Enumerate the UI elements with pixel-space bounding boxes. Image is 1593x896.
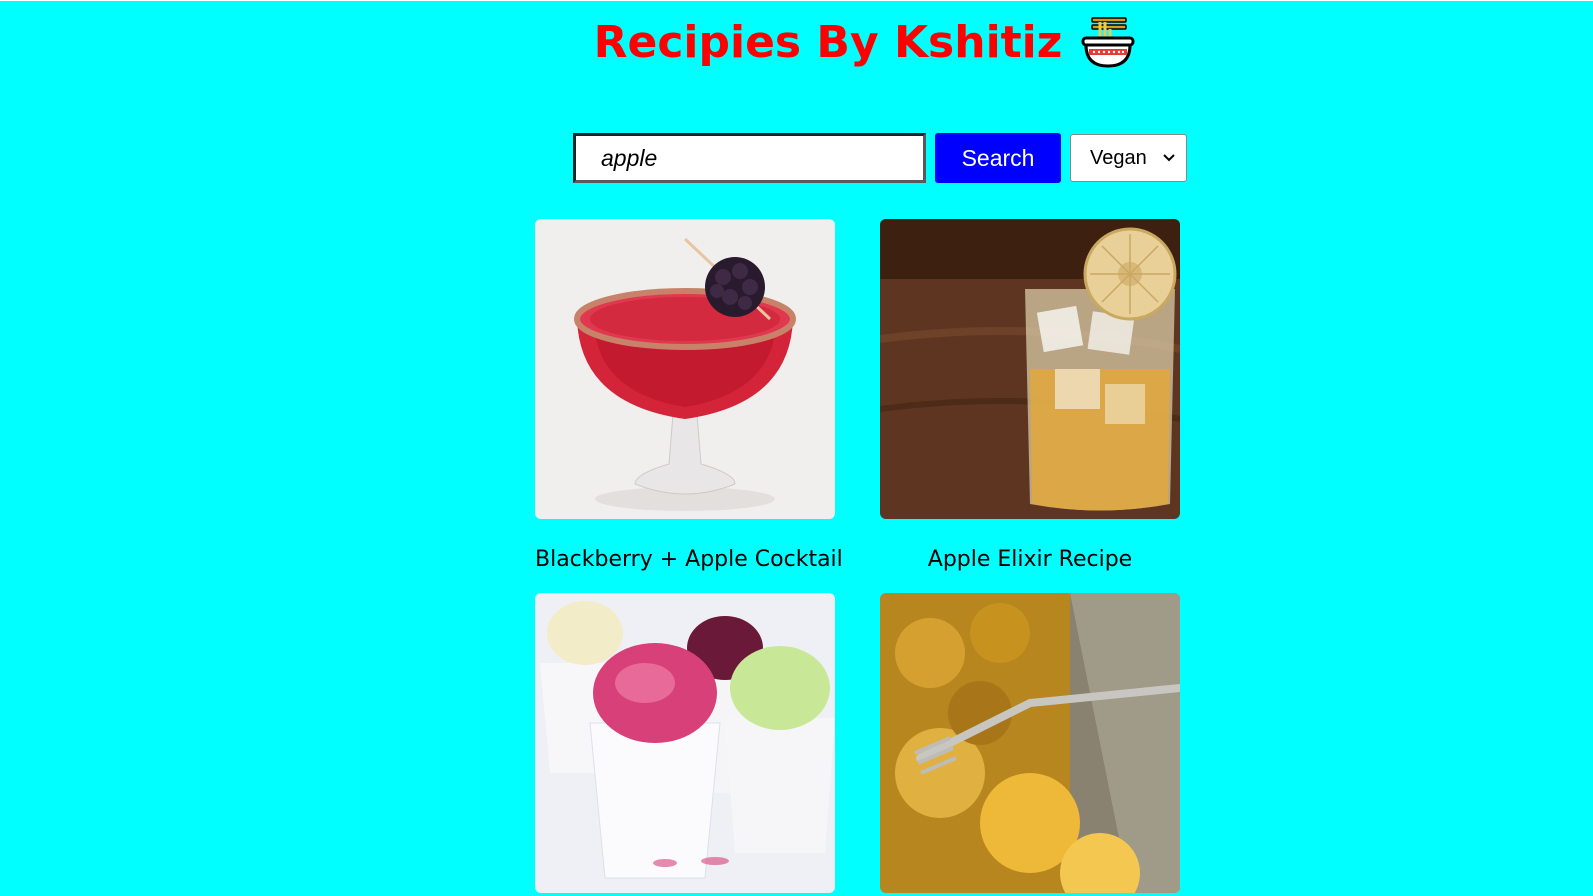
diet-filter-value: Vegan (1090, 146, 1147, 169)
recipe-title[interactable]: Apple Elixir Recipe (880, 547, 1180, 572)
recipe-image[interactable] (535, 219, 835, 519)
page-title: Recipies By Kshitiz (593, 16, 1063, 68)
recipe-card[interactable]: Blackberry + Apple Cocktail (535, 219, 843, 572)
recipe-card[interactable] (880, 593, 1180, 896)
top-border (0, 0, 1593, 1)
recipe-image[interactable] (535, 593, 835, 893)
recipe-image[interactable] (880, 219, 1180, 519)
chevron-down-icon (1163, 154, 1175, 162)
page: Recipies By Kshitiz apple Search Vegan B… (0, 0, 1593, 896)
search-button[interactable]: Search (935, 133, 1061, 183)
ramen-bowl-icon (1081, 17, 1135, 68)
diet-filter-select[interactable]: Vegan (1070, 134, 1187, 182)
recipe-image[interactable] (880, 593, 1180, 893)
search-bar: Search Vegan (573, 133, 1187, 183)
recipe-card[interactable]: Apple Elixir Recipe (880, 219, 1180, 572)
recipe-title[interactable]: Blackberry + Apple Cocktail (535, 547, 843, 572)
title-wrap: Recipies By Kshitiz (594, 14, 1137, 70)
recipe-card[interactable] (535, 593, 835, 896)
header: Recipies By Kshitiz (0, 14, 1593, 70)
search-input[interactable] (573, 133, 926, 183)
